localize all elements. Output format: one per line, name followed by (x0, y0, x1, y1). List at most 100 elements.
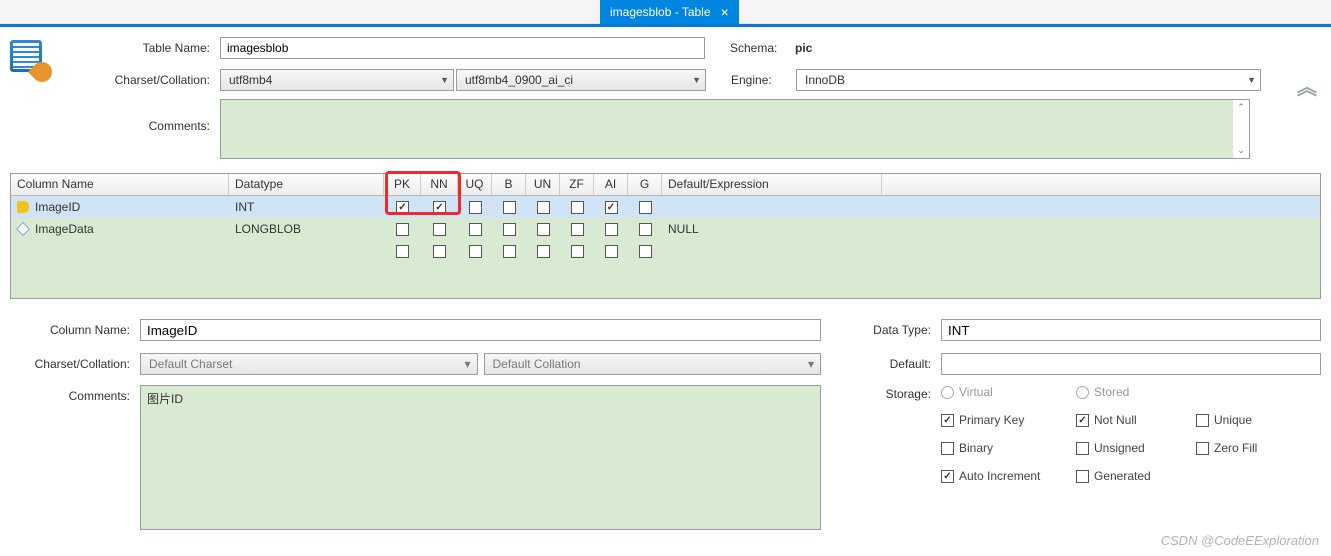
scrollbar[interactable]: ⌃⌄ (1233, 100, 1249, 158)
checkbox-icon[interactable] (571, 245, 584, 258)
col-header-pk[interactable]: PK (384, 174, 421, 195)
check-not-null[interactable]: Not Null (1076, 413, 1196, 427)
checkbox-icon[interactable] (503, 201, 516, 214)
checkbox-icon (941, 470, 954, 483)
checkbox-icon[interactable] (469, 223, 482, 236)
checkbox-icon[interactable] (639, 245, 652, 258)
detail-charset-label: Charset/Collation: (10, 357, 140, 371)
radio-icon (1076, 386, 1089, 399)
col-header-g[interactable]: G (628, 174, 662, 195)
tab-title: imagesblob - Table (610, 5, 711, 19)
tab-active[interactable]: imagesblob - Table × (600, 0, 739, 24)
detail-comments-textarea[interactable]: 图片ID (140, 385, 821, 530)
checkbox-icon[interactable] (396, 245, 409, 258)
checkbox-icon (941, 414, 954, 427)
table-row[interactable]: ImageData LONGBLOB NULL (11, 218, 1320, 240)
checkbox-icon[interactable] (605, 223, 618, 236)
comments-textarea[interactable]: ⌃⌄ (220, 99, 1250, 159)
collation-value: utf8mb4_0900_ai_ci (465, 73, 573, 87)
collation-combo[interactable]: utf8mb4_0900_ai_ci ▼ (456, 69, 706, 91)
col-header-uq[interactable]: UQ (458, 174, 492, 195)
table-row-new[interactable] (11, 240, 1320, 262)
table-row[interactable]: ImageID INT (11, 196, 1320, 218)
checkbox-icon[interactable] (469, 201, 482, 214)
col-header-un[interactable]: UN (526, 174, 560, 195)
engine-value: InnoDB (805, 73, 845, 87)
check-zero-fill[interactable]: Zero Fill (1196, 441, 1306, 455)
checkbox-icon[interactable] (639, 201, 652, 214)
detail-data-type-label: Data Type: (851, 323, 941, 337)
key-icon (17, 201, 29, 213)
collapse-icon[interactable]: ︽ (1297, 71, 1317, 100)
detail-column-name-input[interactable] (140, 319, 821, 341)
checkbox-icon[interactable] (503, 245, 516, 258)
engine-label: Engine: (731, 73, 796, 87)
charset-combo[interactable]: utf8mb4▼ (220, 69, 454, 91)
radio-stored[interactable]: Stored (1076, 385, 1196, 399)
table-editor-icon (10, 35, 65, 165)
col-name: ImageID (35, 200, 80, 214)
diamond-icon (16, 222, 30, 236)
detail-comments-value: 图片ID (147, 392, 183, 406)
checkbox-icon (1076, 414, 1089, 427)
columns-grid: Column Name Datatype PK NN UQ B UN ZF AI… (10, 173, 1321, 299)
check-primary-key[interactable]: Primary Key (941, 413, 1076, 427)
checkbox-icon[interactable] (396, 201, 409, 214)
check-unique[interactable]: Unique (1196, 413, 1306, 427)
checkbox-icon[interactable] (639, 223, 652, 236)
col-header-ai[interactable]: AI (594, 174, 628, 195)
comments-label: Comments: (65, 99, 220, 133)
checkbox-icon[interactable] (503, 223, 516, 236)
col-header-b[interactable]: B (492, 174, 526, 195)
col-datatype: INT (235, 200, 254, 214)
tab-spacer (0, 2, 600, 22)
chevron-down-icon: ▼ (692, 75, 701, 85)
table-name-label: Table Name: (65, 41, 220, 55)
col-header-default[interactable]: Default/Expression (662, 174, 882, 195)
checkbox-icon[interactable] (469, 245, 482, 258)
detail-comments-label: Comments: (10, 385, 140, 403)
detail-charset-combo[interactable]: Default Charset ▾ (140, 353, 478, 375)
check-binary[interactable]: Binary (941, 441, 1076, 455)
detail-storage-label: Storage: (851, 385, 941, 401)
checkbox-icon[interactable] (605, 201, 618, 214)
radio-icon (941, 386, 954, 399)
detail-default-label: Default: (851, 357, 941, 371)
checkbox-icon[interactable] (537, 201, 550, 214)
checkbox-icon (1076, 470, 1089, 483)
col-default: NULL (668, 222, 699, 236)
col-header-zf[interactable]: ZF (560, 174, 594, 195)
close-icon[interactable]: × (721, 4, 729, 20)
col-name: ImageData (35, 222, 94, 236)
checkbox-icon[interactable] (396, 223, 409, 236)
check-generated[interactable]: Generated (1076, 469, 1196, 483)
chevron-down-icon: ▾ (464, 357, 470, 371)
radio-virtual[interactable]: Virtual (941, 385, 1076, 399)
detail-collation-combo[interactable]: Default Collation▾ (484, 353, 822, 375)
engine-combo[interactable]: InnoDB▼ (796, 69, 1261, 91)
grid-body[interactable]: ImageID INT ImageData LONGBLOB NULL (11, 196, 1320, 298)
col-header-fill (882, 174, 1320, 195)
col-header-nn[interactable]: NN (421, 174, 458, 195)
checkbox-icon[interactable] (433, 201, 446, 214)
checkbox-icon[interactable] (433, 245, 446, 258)
checkbox-icon[interactable] (571, 223, 584, 236)
schema-value: pic (795, 41, 812, 55)
checkbox-icon[interactable] (571, 201, 584, 214)
col-datatype: LONGBLOB (235, 222, 301, 236)
checkbox-icon[interactable] (433, 223, 446, 236)
col-header-name[interactable]: Column Name (11, 174, 229, 195)
check-unsigned[interactable]: Unsigned (1076, 441, 1196, 455)
checkbox-icon[interactable] (605, 245, 618, 258)
tab-bar: imagesblob - Table × (0, 0, 1331, 24)
charset-value: utf8mb4 (229, 73, 272, 87)
table-name-input[interactable] (220, 37, 705, 59)
watermark: CSDN @CodeEExploration (1161, 533, 1319, 548)
checkbox-icon[interactable] (537, 223, 550, 236)
detail-data-type-input[interactable] (941, 319, 1321, 341)
check-auto-increment[interactable]: Auto Increment (941, 469, 1076, 483)
col-header-datatype[interactable]: Datatype (229, 174, 384, 195)
detail-default-input[interactable] (941, 353, 1321, 375)
checkbox-icon[interactable] (537, 245, 550, 258)
detail-charset-value: Default Charset (149, 357, 232, 371)
